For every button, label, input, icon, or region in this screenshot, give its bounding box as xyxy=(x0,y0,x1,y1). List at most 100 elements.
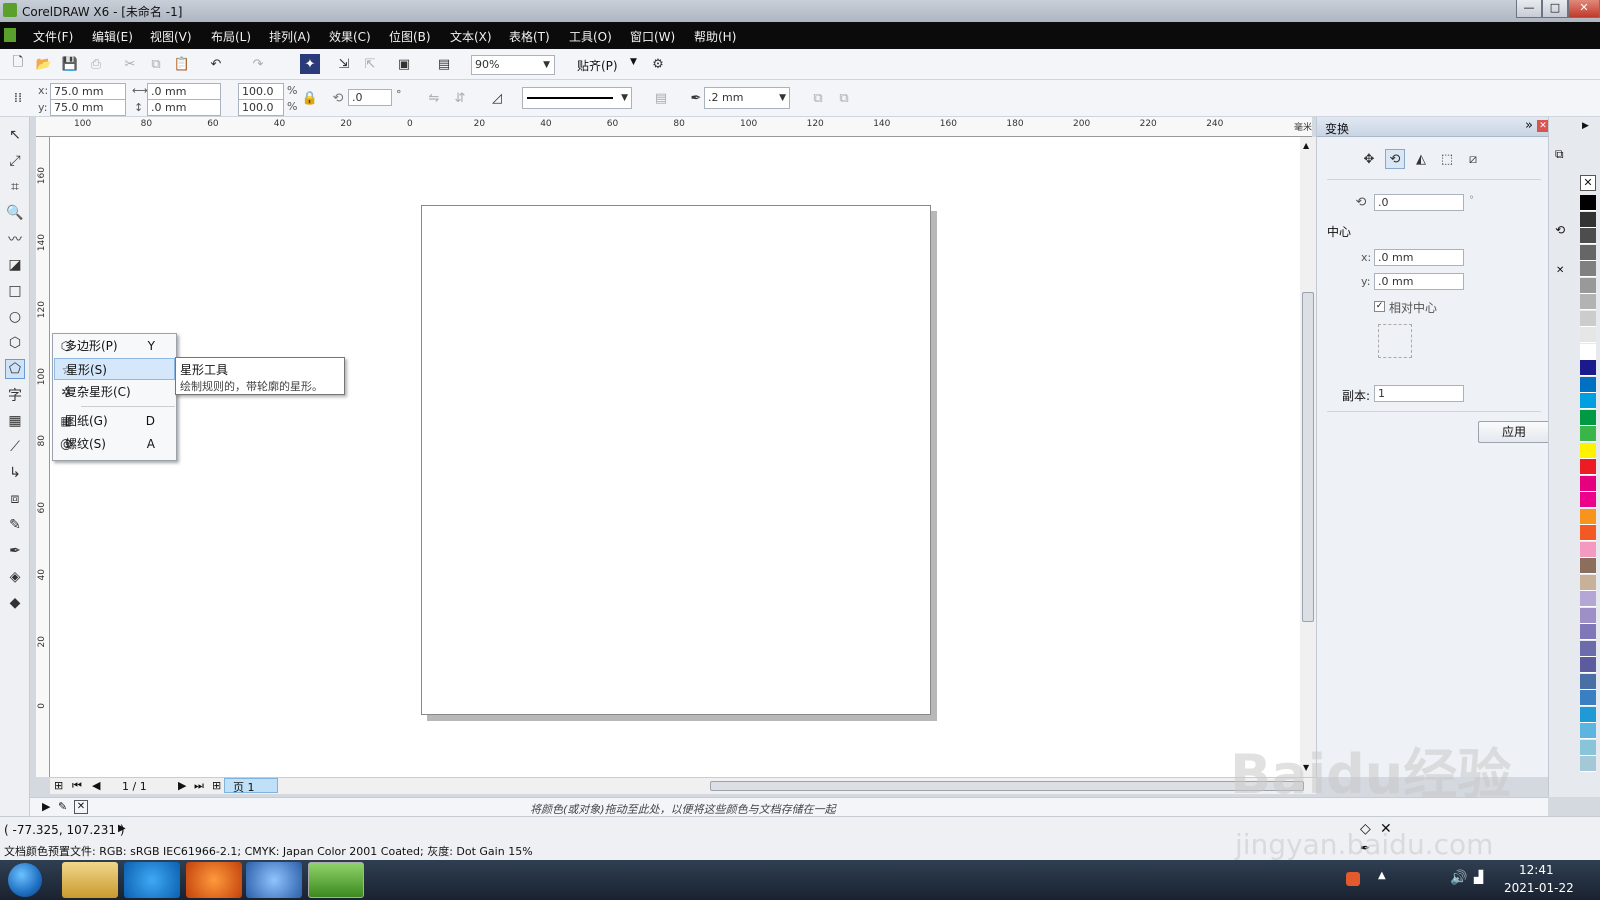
palette-swatch[interactable] xyxy=(1580,558,1596,574)
color-profile-info[interactable]: 文档颜色预置文件: RGB: sRGB IEC61966-2.1; CMYK: … xyxy=(4,843,533,859)
skew-mode-icon[interactable]: ⧄ xyxy=(1463,149,1483,169)
palette-swatch[interactable] xyxy=(1580,640,1596,657)
size-mode-icon[interactable]: ⬚ xyxy=(1437,149,1457,169)
last-page-icon[interactable]: ⏭ xyxy=(194,779,204,793)
outline-tool-icon[interactable]: ✒ xyxy=(5,541,25,561)
palette-swatch[interactable] xyxy=(1580,343,1596,360)
input-method-tray-icon[interactable] xyxy=(1346,872,1360,886)
flyout-item-star[interactable]: ☆ 星形(S) xyxy=(54,358,175,380)
browser-taskbar-icon[interactable] xyxy=(124,862,180,898)
palette-scroll-up-icon[interactable]: ▶ xyxy=(1582,121,1589,131)
palette-swatch[interactable] xyxy=(1580,244,1596,261)
lock-ratio-icon[interactable]: 🔒 xyxy=(300,88,320,108)
palette-swatch[interactable] xyxy=(1580,195,1596,211)
zoom-tool-icon[interactable]: 🔍 xyxy=(5,203,25,223)
x-position-field[interactable]: 75.0 mm xyxy=(50,83,126,100)
y-position-field[interactable]: 75.0 mm xyxy=(50,99,126,116)
flyout-item-spiral[interactable]: @ 螺纹(S) A xyxy=(54,433,175,455)
menu-window[interactable]: 窗口(W) xyxy=(630,28,675,45)
palette-swatch[interactable] xyxy=(1580,673,1596,690)
palette-swatch[interactable] xyxy=(1580,492,1596,508)
application-launcher-icon[interactable]: ▣ xyxy=(394,54,414,74)
palette-swatch[interactable] xyxy=(1580,739,1596,756)
corner-icon[interactable]: ◿ xyxy=(487,88,507,108)
palette-swatch[interactable] xyxy=(1580,756,1596,772)
globe-app-taskbar-icon[interactable] xyxy=(246,862,302,898)
palette-swatch[interactable] xyxy=(1580,459,1596,475)
palette-swatch[interactable] xyxy=(1580,690,1596,706)
palette-swatch[interactable] xyxy=(1580,393,1596,409)
vertical-scrollbar[interactable]: ▲ ▼ xyxy=(1300,137,1316,777)
no-color-swatch-icon[interactable]: ✕ xyxy=(74,800,88,814)
polygon-tool-icon[interactable]: ⬡ xyxy=(5,333,25,353)
add-page-after-icon[interactable]: ⊞ xyxy=(212,779,221,792)
flyout-item-graph-paper[interactable]: ▦ 图纸(G) D xyxy=(54,410,175,432)
palette-swatch[interactable] xyxy=(1580,310,1596,327)
redo-icon[interactable]: ↷ xyxy=(248,54,268,74)
palette-swatch[interactable] xyxy=(1580,657,1596,673)
print-icon[interactable]: ⎙ xyxy=(86,54,106,74)
volume-icon[interactable]: 🔊 xyxy=(1450,870,1467,886)
search-content-icon[interactable]: ✦ xyxy=(300,54,320,74)
no-fill-swatch-icon[interactable]: ✕ xyxy=(1580,175,1596,191)
scale-x-field[interactable]: 100.0 xyxy=(238,83,284,100)
copy-icon[interactable]: ⧉ xyxy=(146,54,166,74)
undo-icon[interactable]: ↶ xyxy=(206,54,226,74)
paste-icon[interactable]: 📋 xyxy=(172,54,192,74)
center-y-input[interactable]: .0 mm xyxy=(1374,273,1464,290)
maximize-button[interactable]: □ xyxy=(1542,0,1568,18)
minimize-button[interactable]: — xyxy=(1516,0,1542,18)
menu-layout[interactable]: 布局(L) xyxy=(211,28,251,45)
palette-swatch[interactable] xyxy=(1580,228,1596,244)
rotate-mode-icon[interactable]: ⟲ xyxy=(1385,149,1405,169)
outline-style-select[interactable]: ▼ xyxy=(522,87,632,109)
star-tool-icon[interactable]: ⬠ xyxy=(5,359,25,379)
text-tool-icon[interactable]: 字 xyxy=(5,385,25,405)
position-mode-icon[interactable]: ✥ xyxy=(1359,149,1379,169)
palette-swatch[interactable] xyxy=(1580,508,1596,525)
palette-swatch[interactable] xyxy=(1580,426,1596,442)
tab-page-1[interactable]: 页 1 xyxy=(224,778,278,794)
palette-swatch[interactable] xyxy=(1580,376,1596,393)
palette-swatch[interactable] xyxy=(1580,541,1596,558)
object-properties-tab-icon[interactable]: ⧉ xyxy=(1555,147,1564,162)
anchor-point-grid[interactable] xyxy=(1378,324,1412,358)
menu-file[interactable]: 文件(F) xyxy=(33,28,73,45)
menu-help[interactable]: 帮助(H) xyxy=(694,28,736,45)
menu-tools[interactable]: 工具(O) xyxy=(569,28,612,45)
menu-effects[interactable]: 效果(C) xyxy=(329,28,371,45)
scale-mirror-mode-icon[interactable]: ◭ xyxy=(1411,149,1431,169)
wrap-text-icon[interactable]: ▤ xyxy=(651,88,671,108)
rotation-angle-field[interactable]: .0 xyxy=(348,89,392,106)
blend-tool-icon[interactable]: ⧈ xyxy=(5,489,25,509)
relative-center-checkbox[interactable]: ✓ xyxy=(1374,301,1385,312)
eyedropper-tool-icon[interactable]: ✎ xyxy=(5,515,25,535)
zoom-level-select[interactable]: 90% ▼ xyxy=(471,55,555,75)
export-icon[interactable]: ⇱ xyxy=(360,54,380,74)
palette-swatch[interactable] xyxy=(1580,360,1596,376)
media-player-taskbar-icon[interactable] xyxy=(186,862,242,898)
palette-eyedropper-icon[interactable]: ✎ xyxy=(58,800,67,813)
close-button[interactable]: ✕ xyxy=(1568,0,1600,18)
rectangle-tool-icon[interactable]: □ xyxy=(5,281,25,301)
palette-swatch[interactable] xyxy=(1580,525,1596,541)
network-icon[interactable]: ▟ xyxy=(1474,870,1483,884)
scroll-up-icon[interactable]: ▲ xyxy=(1303,141,1309,150)
center-x-input[interactable]: .0 mm xyxy=(1374,249,1464,266)
palette-swatch[interactable] xyxy=(1580,211,1596,228)
new-document-icon[interactable]: 🗋 xyxy=(8,54,28,74)
prev-page-icon[interactable]: ◀ xyxy=(92,779,100,792)
pick-tool-icon[interactable]: ↖ xyxy=(5,125,25,145)
palette-swatch[interactable] xyxy=(1580,607,1596,624)
palette-swatch[interactable] xyxy=(1580,442,1596,459)
palette-swatch[interactable] xyxy=(1580,723,1596,739)
smart-fill-tool-icon[interactable]: ◪ xyxy=(5,255,25,275)
start-button-icon[interactable] xyxy=(8,863,42,897)
interactive-fill-tool-icon[interactable]: ◆ xyxy=(5,593,25,613)
flyout-item-complex-star[interactable]: ✲ 复杂星形(C) xyxy=(54,381,175,403)
apply-button[interactable]: 应用 xyxy=(1478,421,1550,443)
app-menu-icon[interactable] xyxy=(4,28,16,42)
menu-view[interactable]: 视图(V) xyxy=(150,28,192,45)
horizontal-scroll-thumb[interactable] xyxy=(710,781,1304,791)
vertical-scroll-thumb[interactable] xyxy=(1302,292,1314,622)
